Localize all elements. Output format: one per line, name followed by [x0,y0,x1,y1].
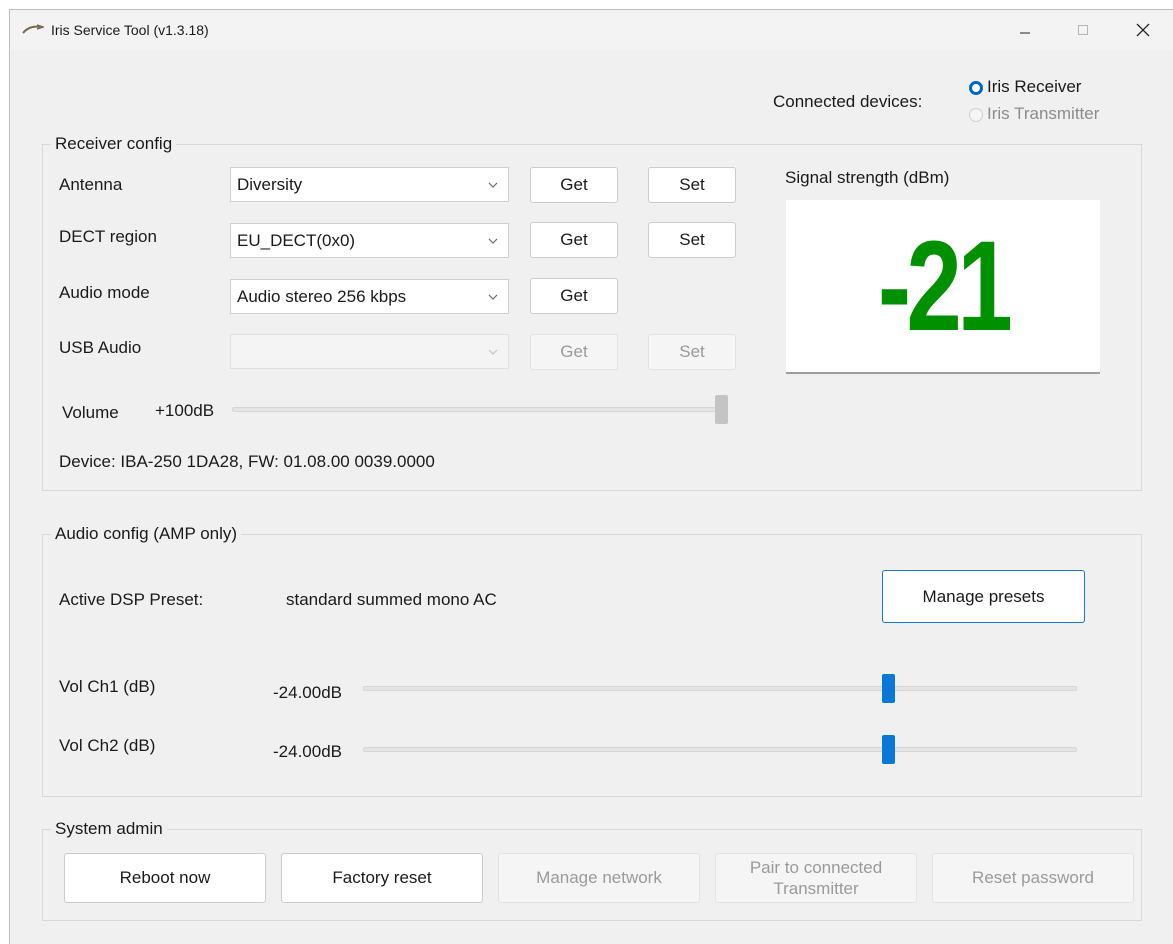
vol-ch1-value: -24.00dB [273,683,342,702]
close-icon [1136,23,1150,37]
audio-config-title: Audio config (AMP only) [51,524,242,544]
antenna-label: Antenna [59,175,123,194]
signal-strength-display: -21 [786,200,1100,374]
dect-region-dropdown-value: EU_DECT(0x0) [237,231,356,250]
dect-region-set-button[interactable]: Set [648,222,736,258]
vol-ch1-slider-thumb[interactable] [882,674,895,703]
vol-ch2-label: Vol Ch2 (dB) [59,736,156,755]
vol-ch1-label: Vol Ch1 (dB) [59,677,156,696]
minimize-icon [1020,32,1030,34]
device-info: Device: IBA-250 1DA28, FW: 01.08.00 0039… [59,452,435,471]
radio-iris-receiver[interactable]: Iris Receiver [969,76,1169,100]
volume-label: Volume [62,403,119,422]
audio-mode-dropdown-value: Audio stereo 256 kbps [237,287,407,306]
vol-ch2-value: -24.00dB [273,742,342,761]
usb-audio-set-button: Set [648,334,736,370]
radio-indicator-selected [969,81,983,95]
connected-devices-label: Connected devices: [773,92,923,111]
vol-ch1-slider-track [363,686,1077,691]
vol-ch2-slider-thumb[interactable] [882,735,895,764]
pair-transmitter-button: Pair to connected Transmitter [715,853,917,903]
volume-slider[interactable] [232,395,728,424]
volume-slider-track [232,407,728,412]
radio-iris-transmitter-label: Iris Transmitter [987,104,1100,123]
antenna-get-button[interactable]: Get [530,167,618,203]
radio-iris-transmitter: Iris Transmitter [969,103,1169,127]
usb-audio-dropdown [230,334,509,369]
radio-iris-receiver-label: Iris Receiver [987,77,1082,96]
vol-ch2-slider-track [363,747,1077,752]
vol-ch1-slider[interactable] [363,674,1077,703]
window-title: Iris Service Tool (v1.3.18) [51,22,209,38]
usb-audio-get-button: Get [530,334,618,370]
factory-reset-button[interactable]: Factory reset [281,853,483,903]
maximize-button[interactable] [1060,10,1106,50]
active-dsp-preset-label: Active DSP Preset: [59,590,204,609]
maximize-icon [1078,25,1088,35]
usb-audio-label: USB Audio [59,338,142,357]
minimize-button[interactable] [1002,10,1048,50]
active-dsp-preset-value: standard summed mono AC [286,590,497,609]
vol-ch2-slider[interactable] [363,735,1077,764]
chevron-down-icon [488,182,498,188]
antenna-dropdown[interactable]: Diversity [230,167,509,202]
dect-region-get-button[interactable]: Get [530,222,618,258]
manage-presets-button[interactable]: Manage presets [882,570,1085,623]
dect-region-dropdown[interactable]: EU_DECT(0x0) [230,223,509,258]
receiver-config-title: Receiver config [51,134,177,154]
reset-password-button: Reset password [932,853,1134,903]
audio-mode-label: Audio mode [59,283,150,302]
audio-mode-dropdown[interactable]: Audio stereo 256 kbps [230,279,509,314]
chevron-down-icon [488,294,498,300]
signal-strength-label: Signal strength (dBm) [785,168,950,187]
app-logo-icon [22,24,44,34]
antenna-dropdown-value: Diversity [237,175,303,194]
title-bar[interactable]: Iris Service Tool (v1.3.18) [10,10,1173,50]
antenna-set-button[interactable]: Set [648,167,736,203]
dect-region-label: DECT region [59,227,157,246]
close-button[interactable] [1120,10,1166,50]
manage-network-button: Manage network [498,853,700,903]
audio-mode-get-button[interactable]: Get [530,278,618,314]
app-window: Iris Service Tool (v1.3.18) Connected de… [9,9,1173,944]
reboot-now-button[interactable]: Reboot now [64,853,266,903]
signal-strength-value: -21 [877,214,1013,358]
system-admin-title: System admin [51,819,167,839]
volume-value: +100dB [155,401,215,420]
chevron-down-icon [488,238,498,244]
volume-slider-thumb[interactable] [715,395,728,424]
radio-indicator-unselected [969,108,983,122]
chevron-down-icon [488,349,498,355]
